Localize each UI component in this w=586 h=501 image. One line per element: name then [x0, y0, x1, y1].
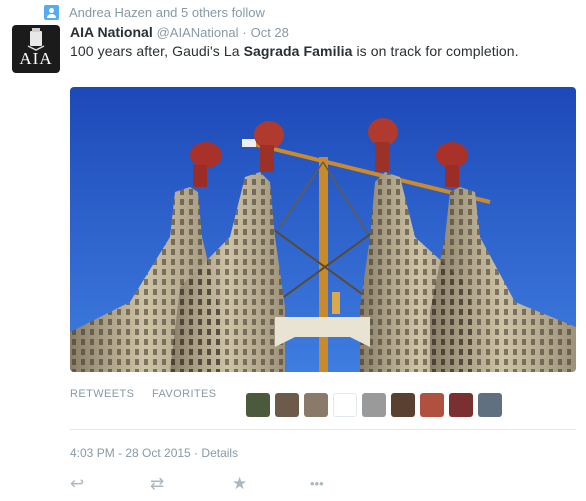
tweet-stats: RETWEETS FAVORITES — [70, 381, 576, 430]
author-name[interactable]: AIA National — [70, 24, 153, 40]
favoriter-avatar-9[interactable] — [478, 393, 502, 417]
author-handle[interactable]: @AIANational — [157, 25, 239, 40]
tweet-text-bold: Sagrada Familia — [243, 43, 353, 59]
favoriter-avatar-4[interactable] — [333, 393, 357, 417]
details-link[interactable]: Details — [201, 446, 238, 460]
tweet-date[interactable]: Oct 28 — [251, 25, 289, 40]
favoriter-avatar-1[interactable] — [246, 393, 270, 417]
tweet-text-start: 100 years after, Gaudi's La — [70, 43, 244, 59]
favoriter-avatar-8[interactable] — [449, 393, 473, 417]
favoriter-avatar-5[interactable] — [362, 393, 386, 417]
avatar[interactable]: AIA — [12, 25, 60, 73]
tweet-text-end: is on track for completion. — [352, 43, 519, 59]
tweet-header: AIA National @AIANational · Oct 28 — [70, 24, 289, 40]
reply-icon[interactable]: ↩ — [70, 474, 84, 494]
follow-icon — [44, 4, 59, 20]
retweets-label[interactable]: RETWEETS — [70, 388, 134, 400]
retweet-icon[interactable]: ⇄ — [150, 474, 164, 494]
more-icon[interactable]: ••• — [310, 474, 324, 494]
sagrada-familia-photo — [70, 87, 576, 372]
favoriter-avatar-7[interactable] — [420, 393, 444, 417]
avatar-logo-text: AIA — [19, 49, 53, 68]
tweet-meta: 4:03 PM - 28 Oct 2015 · Details — [70, 446, 238, 460]
social-context[interactable]: Andrea Hazen and 5 others follow — [44, 3, 265, 21]
tweet-timestamp: 4:03 PM - 28 Oct 2015 — [70, 446, 191, 460]
tweet-actions: ↩ ⇄ ★ ••• — [70, 474, 576, 494]
header-separator: · — [242, 25, 247, 40]
favoriter-avatars — [246, 393, 502, 417]
favoriter-avatar-2[interactable] — [275, 393, 299, 417]
favoriter-avatar-6[interactable] — [391, 393, 415, 417]
tweet-text: 100 years after, Gaudi's La Sagrada Fami… — [70, 43, 519, 59]
social-context-text: Andrea Hazen and 5 others follow — [69, 4, 265, 20]
favoriter-avatar-3[interactable] — [304, 393, 328, 417]
favorite-icon[interactable]: ★ — [232, 474, 247, 494]
favorites-label[interactable]: FAVORITES — [152, 388, 217, 400]
tweet-photo[interactable] — [70, 87, 576, 372]
meta-separator: · — [194, 446, 199, 460]
